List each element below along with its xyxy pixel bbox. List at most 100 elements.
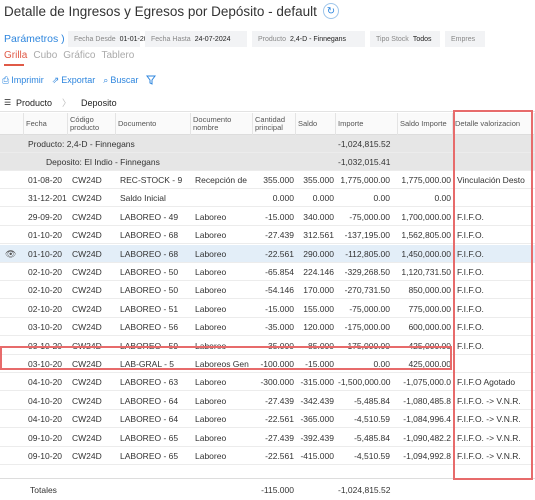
header-saldo[interactable]: Saldo	[296, 113, 336, 135]
header-documento-nombre[interactable]: Documento nombre	[191, 113, 253, 135]
tab-grafico[interactable]: Gráfico	[63, 50, 95, 64]
print-button[interactable]: ⎙ Imprimir	[2, 75, 44, 86]
header-saldo-importe[interactable]: Saldo Importe	[398, 113, 453, 135]
export-button[interactable]: ⇗ Exportar	[52, 75, 96, 86]
cell-detalle-valorizacion: F.I.F.O. -> V.N.R.	[457, 414, 521, 425]
table-row[interactable]: 04-10-20 CW24D LABOREO - 64 Laboreo -27.439-…	[0, 391, 535, 410]
header-detalle-valorizacion[interactable]: Detalle valorizacion	[453, 113, 535, 135]
cell-cantidad-principal: -65.854	[265, 267, 294, 277]
table-row[interactable]: 03-10-20 CW24D LABOREO - 59 Laboreo -35.000 8…	[0, 336, 535, 355]
header-documento[interactable]: Documento	[116, 113, 191, 135]
refresh-icon[interactable]: ↻	[322, 3, 339, 19]
cell-documento-nombre: Laboreo	[195, 211, 227, 222]
header-fecha[interactable]: Fecha	[24, 113, 68, 135]
group-row-deposito[interactable]: Deposito: El Indio - Finnegans -1,032,01…	[0, 153, 535, 171]
table-row[interactable]: 04-10-20 CW24D LABOREO - 63 Laboreo -300.000…	[0, 373, 535, 392]
cell-documento: LABOREO - 64	[120, 414, 179, 425]
cell-codigo-producto: CW24D	[72, 322, 102, 333]
cell-importe: 0.00	[373, 359, 390, 369]
eye-icon[interactable]: 👁	[5, 245, 16, 263]
cell-saldo: -365.000	[300, 414, 334, 425]
cell-cantidad-principal: -35.000	[265, 340, 294, 351]
cell-codigo-producto: CW24D	[72, 230, 102, 241]
table-row[interactable]: 09-10-20 CW24D LABOREO - 65 Laboreo -27.439-…	[0, 428, 535, 447]
table-row[interactable]: 👁 01-10-20 CW24D LABOREO - 68 Laboreo -22.561…	[0, 244, 535, 263]
table-row[interactable]: 04-10-20 CW24D LABOREO - 64 Laboreo -22.561-…	[0, 410, 535, 429]
cell-importe: 1,775,000.00	[340, 175, 390, 185]
cell-fecha: 01-10-20	[28, 248, 63, 259]
cell-codigo-producto: CW24D	[72, 359, 102, 369]
cell-saldo-importe: 0.00	[434, 193, 451, 204]
cell-detalle-valorizacion: F.I.F.O.	[457, 248, 484, 259]
cell-saldo: 155.000	[303, 303, 334, 314]
table-row[interactable]: 03-10-20 CW24D LABOREO - 56 Laboreo -35.000 1…	[0, 318, 535, 337]
table-row[interactable]: 09-10-20 CW24D LABOREO - 65 Laboreo -22.561-…	[0, 447, 535, 465]
search-button[interactable]: ⌕ Buscar	[103, 75, 138, 86]
cell-documento-nombre: Laboreo	[195, 340, 227, 351]
table-row[interactable]: 01-10-20 CW24D LABOREO - 68 Laboreo -27.439 3…	[0, 226, 535, 245]
cell-saldo-importe: 850,000.00	[408, 285, 451, 296]
cell-saldo-importe: 775,000.00	[408, 303, 451, 314]
cell-fecha: 01-08-20	[28, 175, 63, 185]
cell-fecha: 29-09-20	[28, 211, 63, 222]
filter-fecha-hasta[interactable]: Fecha Hasta 24-07-2024	[145, 31, 247, 47]
table-row[interactable]: 03-10-20 CW24D LAB-GRAL - 5 Laboreos Gen -10…	[0, 355, 535, 373]
table-row[interactable]: 02-10-20 CW24D LABOREO - 50 Laboreo -54.146 1…	[0, 281, 535, 300]
cell-documento-nombre: Laboreos Gen	[195, 359, 249, 369]
cell-cantidad-principal: -15.000	[265, 211, 294, 222]
header-codigo-producto[interactable]: Código producto	[68, 113, 116, 135]
cell-importe: -5,485.84	[354, 432, 390, 443]
cell-saldo-importe: 425,000.00	[408, 340, 451, 351]
table-row[interactable]: 31-12-201 CW24D Saldo Inicial 0.000 0.000 0.0…	[0, 189, 535, 208]
drag-handle-icon[interactable]: ☰	[0, 98, 14, 107]
parameters-toggle[interactable]: Parámetros )	[0, 33, 68, 45]
active-tab-indicator	[4, 64, 24, 66]
group-row-producto[interactable]: Producto: 2,4-D - Finnegans -1,024,815.5…	[0, 135, 535, 153]
cell-documento-nombre: Laboreo	[195, 285, 227, 296]
tab-grilla[interactable]: Grilla	[4, 50, 27, 64]
cell-detalle-valorizacion: F.I.F.O Agotado	[457, 377, 516, 388]
header-importe[interactable]: Importe	[336, 113, 398, 135]
cell-fecha: 02-10-20	[28, 303, 63, 314]
cell-saldo: 120.000	[303, 322, 334, 333]
cell-documento: LABOREO - 59	[120, 340, 179, 351]
filter-fecha-desde[interactable]: Fecha Desde 01-01-2020	[68, 31, 155, 47]
cell-documento: LABOREO - 68	[120, 248, 179, 259]
cell-cantidad-principal: 0.000	[272, 193, 294, 204]
search-icon: ⌕	[103, 74, 109, 85]
cell-fecha: 02-10-20	[28, 285, 63, 296]
filter-empresa[interactable]: Empres	[445, 31, 485, 47]
cell-fecha: 01-10-20	[28, 230, 63, 241]
cell-detalle-valorizacion	[455, 189, 533, 207]
table-row[interactable]: 02-10-20 CW24D LABOREO - 50 Laboreo -65.854 2…	[0, 263, 535, 281]
filter-tipo-stock[interactable]: Tipo Stock Todos	[370, 31, 440, 47]
cell-cantidad-principal: -100.000	[260, 359, 294, 369]
group-chip-producto[interactable]: Producto	[16, 98, 52, 108]
cell-importe: -329,268.50	[344, 267, 390, 277]
group-chip-deposito[interactable]: Deposito	[81, 98, 117, 108]
cell-saldo-importe: -1,084,996.4	[403, 414, 451, 425]
cell-cantidad-principal: -22.561	[265, 248, 294, 259]
cell-saldo-importe: 1,775,000.00	[401, 175, 451, 185]
cell-documento-nombre: Recepción de	[195, 175, 247, 185]
tab-cubo[interactable]: Cubo	[33, 50, 57, 64]
cell-saldo-importe: -1,075,000.0	[403, 377, 451, 388]
cell-fecha: 31-12-201	[28, 193, 67, 204]
table-row[interactable]: 29-09-20 CW24D LABOREO - 49 Laboreo -15.000 3…	[0, 207, 535, 226]
filter-icon[interactable]	[146, 75, 157, 85]
cell-saldo: -415.000	[300, 451, 334, 461]
table-row[interactable]: 02-10-20 CW24D LABOREO - 51 Laboreo -15.000 1…	[0, 299, 535, 318]
cell-documento: LABOREO - 50	[120, 267, 179, 277]
tab-tablero[interactable]: Tablero	[101, 50, 134, 64]
filter-producto[interactable]: Producto 2,4-D - Finnegans	[252, 31, 365, 47]
cell-detalle-valorizacion: F.I.F.O.	[457, 340, 484, 351]
cell-saldo-importe: 1,450,000.00	[401, 248, 451, 259]
header-cantidad-principal[interactable]: Cantidad principal	[253, 113, 296, 135]
cell-detalle-valorizacion: F.I.F.O.	[457, 267, 484, 277]
cell-importe: -175,000.00	[344, 340, 390, 351]
cell-importe: -4,510.59	[354, 451, 390, 461]
table-row[interactable]: 01-08-20 CW24D REC-STOCK - 9 Recepción de 35…	[0, 171, 535, 189]
cell-importe: -75,000.00	[349, 211, 390, 222]
cell-importe: -4,510.59	[354, 414, 390, 425]
cell-codigo-producto: CW24D	[72, 432, 102, 443]
